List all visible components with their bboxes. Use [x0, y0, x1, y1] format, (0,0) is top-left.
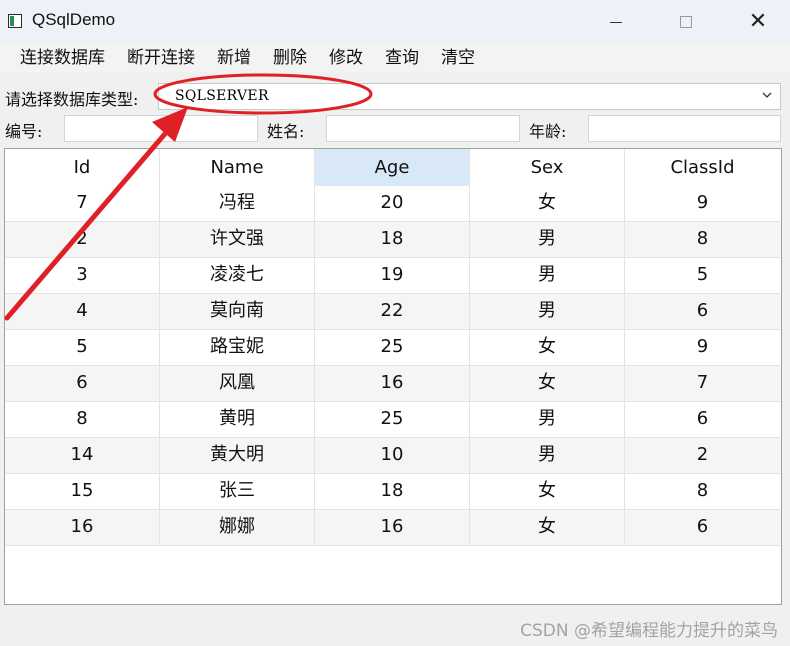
cell-name[interactable]: 莫向南 [160, 294, 315, 330]
cell-classid[interactable]: 6 [625, 294, 780, 330]
cell-age[interactable]: 25 [315, 402, 470, 438]
cell-name[interactable]: 风凰 [160, 366, 315, 402]
cell-sex[interactable]: 女 [470, 510, 625, 546]
cell-age[interactable]: 16 [315, 510, 470, 546]
cell-id[interactable]: 6 [5, 366, 160, 402]
cell-age[interactable]: 25 [315, 330, 470, 366]
cell-sex[interactable]: 男 [470, 222, 625, 258]
table-header: Id Name Age Sex ClassId [5, 149, 781, 186]
age-label: 年龄: [529, 122, 567, 141]
cell-sex[interactable]: 男 [470, 438, 625, 474]
minimize-icon [610, 21, 622, 23]
menu-query[interactable]: 查询 [374, 44, 430, 72]
menu-disconnect[interactable]: 断开连接 [116, 44, 206, 72]
table-row[interactable]: 6 风凰 16 女 7 [5, 366, 781, 402]
cell-classid[interactable]: 8 [625, 474, 780, 510]
close-button[interactable]: ✕ [728, 0, 788, 44]
table-row[interactable]: 3 凌凌七 19 男 5 [5, 258, 781, 294]
cell-age[interactable]: 16 [315, 366, 470, 402]
cell-id[interactable]: 14 [5, 438, 160, 474]
cell-sex[interactable]: 女 [470, 366, 625, 402]
title-bar: QSqlDemo ✕ [0, 0, 790, 44]
cell-sex[interactable]: 男 [470, 294, 625, 330]
cell-age[interactable]: 22 [315, 294, 470, 330]
cell-id[interactable]: 3 [5, 258, 160, 294]
name-input[interactable] [326, 115, 520, 142]
cell-id[interactable]: 5 [5, 330, 160, 366]
db-type-combobox[interactable]: SQLSERVER [158, 83, 781, 110]
table-row[interactable]: 7 冯程 20 女 9 [5, 186, 781, 222]
cell-name[interactable]: 张三 [160, 474, 315, 510]
column-header-age[interactable]: Age [315, 149, 470, 186]
id-label: 编号: [5, 122, 43, 141]
cell-age[interactable]: 18 [315, 474, 470, 510]
cell-classid[interactable]: 5 [625, 258, 780, 294]
cell-sex[interactable]: 女 [470, 186, 625, 222]
cell-classid[interactable]: 7 [625, 366, 780, 402]
cell-id[interactable]: 8 [5, 402, 160, 438]
table-row[interactable]: 14 黄大明 10 男 2 [5, 438, 781, 474]
cell-name[interactable]: 路宝妮 [160, 330, 315, 366]
app-window: QSqlDemo ✕ 连接数据库 断开连接 新增 删除 修改 查询 清空 请选择… [0, 0, 790, 646]
chevron-down-icon [762, 92, 772, 98]
cell-name[interactable]: 黄大明 [160, 438, 315, 474]
cell-name[interactable]: 娜娜 [160, 510, 315, 546]
column-header-name[interactable]: Name [160, 149, 315, 186]
cell-id[interactable]: 15 [5, 474, 160, 510]
window-title: QSqlDemo [32, 10, 116, 29]
cell-sex[interactable]: 女 [470, 474, 625, 510]
table-row[interactable]: 5 路宝妮 25 女 9 [5, 330, 781, 366]
close-icon: ✕ [748, 9, 768, 34]
cell-id[interactable]: 2 [5, 222, 160, 258]
cell-age[interactable]: 19 [315, 258, 470, 294]
cell-classid[interactable]: 6 [625, 510, 780, 546]
id-input[interactable] [64, 115, 258, 142]
table-row[interactable]: 2 许文强 18 男 8 [5, 222, 781, 258]
cell-classid[interactable]: 9 [625, 330, 780, 366]
cell-age[interactable]: 10 [315, 438, 470, 474]
minimize-button[interactable] [586, 0, 646, 44]
cell-classid[interactable]: 9 [625, 186, 780, 222]
cell-age[interactable]: 20 [315, 186, 470, 222]
db-type-label: 请选择数据库类型: [5, 90, 139, 109]
cell-sex[interactable]: 女 [470, 330, 625, 366]
cell-id[interactable]: 7 [5, 186, 160, 222]
cell-classid[interactable]: 6 [625, 402, 780, 438]
watermark: CSDN @希望编程能力提升的菜鸟 [520, 621, 778, 641]
app-icon [8, 14, 22, 28]
column-header-id[interactable]: Id [5, 149, 160, 186]
menu-clear[interactable]: 清空 [430, 44, 486, 72]
cell-name[interactable]: 黄明 [160, 402, 315, 438]
cell-id[interactable]: 16 [5, 510, 160, 546]
cell-age[interactable]: 18 [315, 222, 470, 258]
column-header-sex[interactable]: Sex [470, 149, 625, 186]
table-row[interactable]: 15 张三 18 女 8 [5, 474, 781, 510]
menu-add[interactable]: 新增 [206, 44, 262, 72]
cell-sex[interactable]: 男 [470, 402, 625, 438]
cell-sex[interactable]: 男 [470, 258, 625, 294]
cell-name[interactable]: 凌凌七 [160, 258, 315, 294]
data-table[interactable]: Id Name Age Sex ClassId 7 冯程 20 女 9 2 许文强 18 男 8… [4, 148, 782, 605]
table-row[interactable]: 16 娜娜 16 女 6 [5, 510, 781, 546]
menu-connect-db[interactable]: 连接数据库 [9, 44, 116, 72]
cell-classid[interactable]: 2 [625, 438, 780, 474]
name-label: 姓名: [267, 122, 305, 141]
table-row[interactable]: 8 黄明 25 男 6 [5, 402, 781, 438]
table-row[interactable]: 4 莫向南 22 男 6 [5, 294, 781, 330]
column-header-classid[interactable]: ClassId [625, 149, 780, 186]
age-input[interactable] [588, 115, 781, 142]
cell-classid[interactable]: 8 [625, 222, 780, 258]
db-type-value: SQLSERVER [175, 88, 269, 104]
maximize-icon [680, 16, 692, 28]
menu-bar: 连接数据库 断开连接 新增 删除 修改 查询 清空 [0, 44, 790, 72]
maximize-button[interactable] [656, 0, 716, 44]
menu-delete[interactable]: 删除 [262, 44, 318, 72]
menu-modify[interactable]: 修改 [318, 44, 374, 72]
cell-id[interactable]: 4 [5, 294, 160, 330]
cell-name[interactable]: 冯程 [160, 186, 315, 222]
cell-name[interactable]: 许文强 [160, 222, 315, 258]
